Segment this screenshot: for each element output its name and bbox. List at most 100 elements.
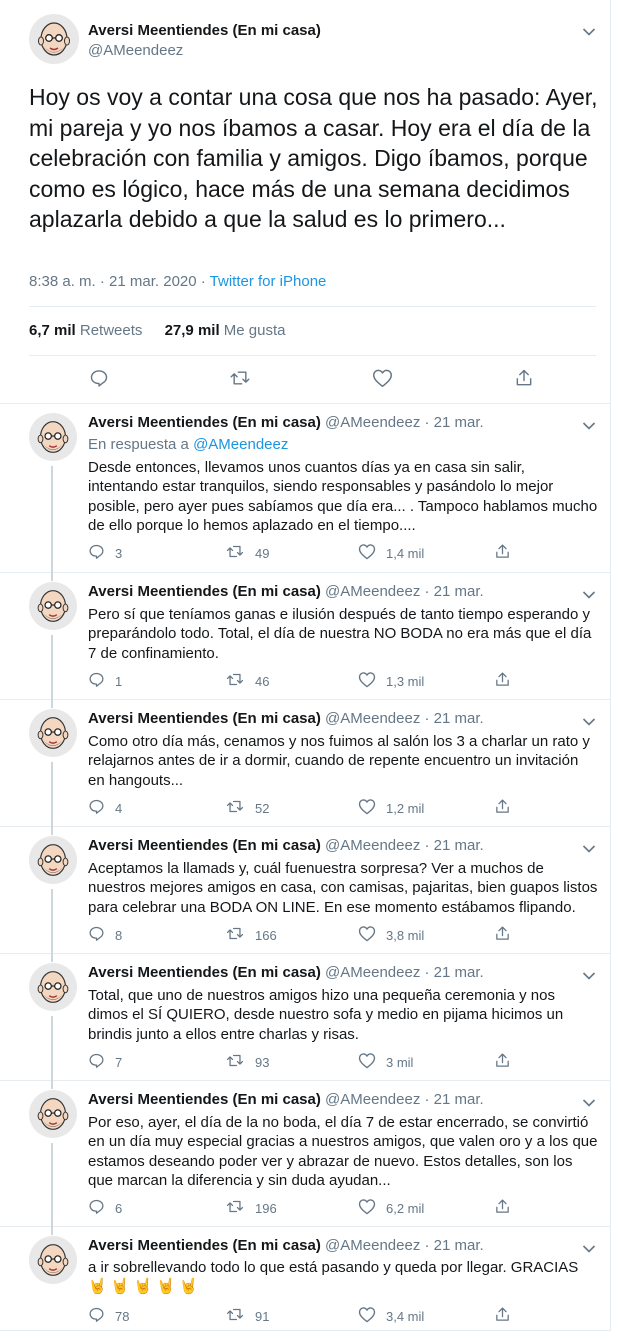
author-name[interactable]: Aversi Meentiendes (En mi casa) — [88, 837, 321, 854]
heart-icon — [358, 671, 376, 691]
avatar[interactable] — [29, 413, 77, 461]
author-handle-date[interactable]: @AMeendeez · 21 mar. — [321, 710, 484, 727]
retweet-button[interactable]: 166 — [225, 925, 277, 945]
like-count: 1,4 mil — [386, 545, 425, 561]
reply-button[interactable]: 78 — [88, 1306, 129, 1326]
author-handle-date[interactable]: @AMeendeez · 21 mar. — [321, 837, 484, 854]
retweet-button[interactable]: 196 — [225, 1198, 277, 1218]
author-handle-date[interactable]: @AMeendeez · 21 mar. — [321, 414, 484, 431]
replying-to-label: En respuesta a — [88, 436, 194, 453]
reply-icon[interactable] — [89, 368, 109, 388]
retweet-button[interactable]: 46 — [225, 671, 269, 691]
retweet-button[interactable]: 93 — [225, 1052, 269, 1072]
like-count: 1,2 mil — [386, 800, 425, 816]
avatar[interactable] — [29, 1236, 77, 1284]
retweet-button[interactable]: 91 — [225, 1306, 269, 1326]
reply-text: Como otro día más, cenamos y nos fuimos … — [88, 733, 590, 789]
avatar[interactable] — [29, 1090, 77, 1138]
tweet-stats: 6,7 mil Retweets 27,9 mil Me gusta — [29, 322, 304, 339]
retweet-icon — [225, 543, 245, 563]
reply-button[interactable]: 4 — [88, 798, 122, 818]
share-button[interactable] — [494, 1052, 511, 1072]
bald-cartoon-man-avatar — [29, 1236, 77, 1288]
share-button[interactable] — [494, 925, 511, 945]
reply-button[interactable]: 7 — [88, 1052, 122, 1072]
reply-header: Aversi Meentiendes (En mi casa) @AMeende… — [88, 710, 484, 727]
tweet-source-link[interactable]: Twitter for iPhone — [210, 273, 327, 290]
reply-actions: 6 196 6,2 mil — [88, 1198, 518, 1218]
heart-icon — [358, 543, 376, 563]
author-handle-date[interactable]: @AMeendeez · 21 mar. — [321, 583, 484, 600]
bald-cartoon-man-avatar — [29, 582, 77, 634]
author-handle[interactable]: @AMeendeez — [88, 42, 183, 59]
chevron-down-icon[interactable] — [582, 968, 596, 986]
like-button[interactable]: 1,3 mil — [358, 671, 424, 691]
author-handle-date[interactable]: @AMeendeez · 21 mar. — [321, 1237, 484, 1254]
like-button[interactable]: 3 mil — [358, 1052, 413, 1072]
author-name[interactable]: Aversi Meentiendes (En mi casa) — [88, 710, 321, 727]
reply-count: 8 — [115, 927, 123, 943]
retweet-count: 91 — [255, 1308, 270, 1324]
chevron-down-icon[interactable] — [582, 714, 596, 732]
reply-tweet[interactable]: Aversi Meentiendes (En mi casa) @AMeende… — [0, 1081, 611, 1235]
avatar[interactable] — [29, 963, 77, 1011]
reply-tweet[interactable]: Aversi Meentiendes (En mi casa) @AMeende… — [0, 1227, 611, 1331]
retweet-button[interactable]: 52 — [225, 798, 269, 818]
retweets-stat[interactable]: 6,7 mil Retweets — [29, 322, 160, 339]
share-button[interactable] — [494, 798, 511, 818]
share-button[interactable] — [494, 1306, 511, 1326]
likes-stat[interactable]: 27,9 mil Me gusta — [165, 322, 304, 339]
heart-icon[interactable] — [372, 368, 393, 388]
like-button[interactable]: 3,8 mil — [358, 925, 424, 945]
chevron-down-icon[interactable] — [582, 1241, 596, 1259]
reply-count: 78 — [115, 1308, 130, 1324]
reply-button[interactable]: 8 — [88, 925, 122, 945]
author-name[interactable]: Aversi Meentiendes (En mi casa) — [88, 583, 321, 600]
reply-tweet[interactable]: Aversi Meentiendes (En mi casa) @AMeende… — [0, 573, 611, 708]
reply-tweet[interactable]: Aversi Meentiendes (En mi casa) @AMeende… — [0, 700, 611, 835]
author-name[interactable]: Aversi Meentiendes (En mi casa) — [88, 964, 321, 981]
retweet-icon — [225, 925, 245, 945]
avatar[interactable] — [29, 582, 77, 630]
share-button[interactable] — [494, 543, 511, 563]
tweet-time[interactable]: 8:38 a. m. · 21 mar. 2020 · — [29, 273, 210, 290]
scrollbar[interactable] — [611, 0, 627, 1331]
share-icon — [494, 543, 511, 563]
chevron-down-icon[interactable] — [582, 418, 596, 436]
retweet-icon — [225, 671, 245, 691]
like-button[interactable]: 1,2 mil — [358, 798, 424, 818]
replying-to: En respuesta a @AMeendeez — [88, 436, 288, 453]
chevron-down-icon[interactable] — [582, 841, 596, 859]
reply-count: 4 — [115, 800, 123, 816]
like-count: 3,8 mil — [386, 927, 425, 943]
reply-tweet[interactable]: Aversi Meentiendes (En mi casa) @AMeende… — [0, 404, 611, 581]
author-handle-date[interactable]: @AMeendeez · 21 mar. — [321, 964, 484, 981]
reply-button[interactable]: 1 — [88, 671, 122, 691]
like-button[interactable]: 6,2 mil — [358, 1198, 424, 1218]
reply-tweet[interactable]: Aversi Meentiendes (En mi casa) @AMeende… — [0, 827, 611, 962]
share-button[interactable] — [494, 671, 511, 691]
author-name[interactable]: Aversi Meentiendes (En mi casa) — [88, 22, 321, 39]
reply-button[interactable]: 3 — [88, 543, 122, 563]
main-avatar[interactable] — [29, 14, 79, 64]
reply-text: Por eso, ayer, el día de la no boda, el … — [88, 1114, 598, 1190]
replying-to-link[interactable]: @AMeendeez — [193, 436, 288, 453]
author-name[interactable]: Aversi Meentiendes (En mi casa) — [88, 414, 321, 431]
share-button[interactable] — [494, 1198, 511, 1218]
share-icon[interactable] — [514, 368, 534, 388]
retweet-button[interactable]: 49 — [225, 543, 269, 563]
reply-tweet[interactable]: Aversi Meentiendes (En mi casa) @AMeende… — [0, 954, 611, 1089]
chevron-down-icon[interactable] — [582, 1095, 596, 1113]
like-count: 3,4 mil — [386, 1308, 425, 1324]
avatar[interactable] — [29, 836, 77, 884]
author-name[interactable]: Aversi Meentiendes (En mi casa) — [88, 1237, 321, 1254]
author-name[interactable]: Aversi Meentiendes (En mi casa) — [88, 1091, 321, 1108]
reply-button[interactable]: 6 — [88, 1198, 122, 1218]
like-button[interactable]: 1,4 mil — [358, 543, 424, 563]
chevron-down-icon[interactable] — [582, 27, 596, 37]
author-handle-date[interactable]: @AMeendeez · 21 mar. — [321, 1091, 484, 1108]
avatar[interactable] — [29, 709, 77, 757]
chevron-down-icon[interactable] — [582, 587, 596, 605]
retweet-icon[interactable] — [229, 368, 251, 388]
like-button[interactable]: 3,4 mil — [358, 1306, 424, 1326]
